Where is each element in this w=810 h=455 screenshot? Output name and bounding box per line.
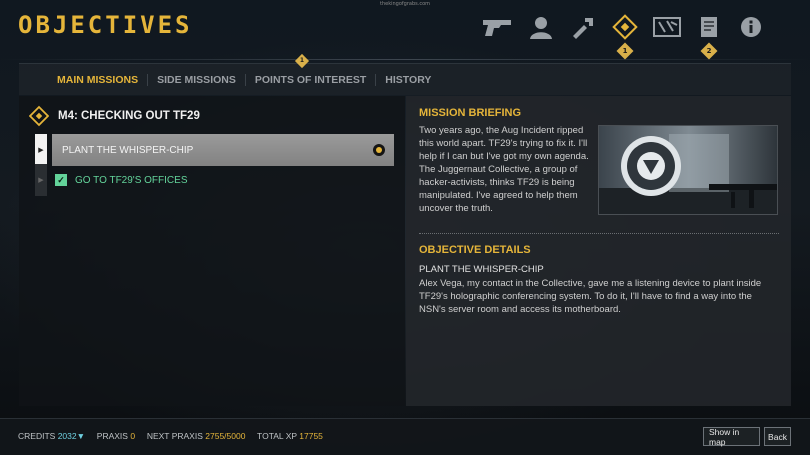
tab-side-missions[interactable]: SIDE MISSIONS [148, 73, 246, 86]
pistol-icon[interactable] [480, 14, 514, 40]
page-title: OBJECTIVES [18, 11, 193, 39]
mission-header: M4: CHECKING OUT TF29 [29, 105, 200, 127]
details-text: Alex Vega, my contact in the Collective,… [419, 278, 762, 315]
header-divider [0, 59, 810, 60]
augmentation-icon[interactable] [566, 14, 600, 40]
player-stats: CREDITS 2032▼ PRAXIS 0 NEXT PRAXIS 2755/… [18, 431, 323, 441]
character-icon[interactable] [524, 14, 558, 40]
footer-bar: CREDITS 2032▼ PRAXIS 0 NEXT PRAXIS 2755/… [0, 418, 810, 455]
show-in-map-button[interactable]: Show in map [703, 427, 760, 447]
objective-item[interactable]: PLANT THE WHISPER-CHIP [52, 134, 394, 166]
details-heading: OBJECTIVE DETAILS [419, 244, 531, 256]
info-icon[interactable] [734, 14, 768, 40]
objective-row-current[interactable]: ▶ PLANT THE WHISPER-CHIP [35, 134, 394, 166]
next-praxis-value: 2755/5000 [205, 431, 246, 441]
mission-tabs: MAIN MISSIONS SIDE MISSIONS POINTS OF IN… [19, 63, 791, 95]
objective-item[interactable]: ✓ GO TO TF29'S OFFICES [47, 164, 389, 196]
journal-badge: 2 [700, 42, 718, 60]
watermark: thekingofgrabs.com [380, 1, 430, 7]
mission-detail-panel: MISSION BRIEFING Two years ago, the Aug … [406, 96, 791, 406]
praxis-value: 0 [130, 431, 136, 441]
expand-arrow-icon[interactable]: ▶ [35, 164, 47, 196]
back-button[interactable]: Back [764, 427, 791, 446]
tab-badge: 1 [294, 53, 310, 69]
next-praxis-label: NEXT PRAXIS [146, 431, 203, 441]
credits-icon: ▼ [76, 431, 86, 441]
mission-image [598, 125, 778, 215]
objectives-icon[interactable] [608, 14, 642, 40]
mission-diamond-icon [29, 105, 49, 127]
credits-value: 2032 [57, 431, 77, 441]
active-target-icon [373, 144, 385, 156]
briefing-heading: MISSION BRIEFING [419, 107, 522, 119]
objective-label: PLANT THE WHISPER-CHIP [62, 144, 194, 156]
mission-list-panel: M4: CHECKING OUT TF29 ▶ PLANT THE WHISPE… [19, 96, 405, 406]
tab-main-missions[interactable]: MAIN MISSIONS [57, 73, 149, 86]
praxis-label: PRAXIS [96, 431, 128, 441]
map-icon[interactable] [650, 14, 684, 40]
expand-arrow-icon[interactable]: ▶ [35, 134, 47, 166]
credits-label: CREDITS [18, 431, 56, 441]
briefing-text: Two years ago, the Aug Incident ripped t… [419, 125, 589, 214]
objectives-badge: 1 [616, 42, 634, 60]
tab-points-of-interest[interactable]: POINTS OF INTEREST [246, 73, 377, 86]
objective-row-completed[interactable]: ▶ ✓ GO TO TF29'S OFFICES [35, 164, 389, 196]
objective-label: GO TO TF29'S OFFICES [75, 174, 188, 186]
journal-icon[interactable] [692, 14, 726, 40]
details-subtitle: PLANT THE WHISPER-CHIP [419, 264, 544, 275]
section-divider [419, 233, 779, 234]
tab-history[interactable]: HISTORY [376, 74, 440, 86]
mission-title: M4: CHECKING OUT TF29 [58, 110, 200, 122]
total-xp-label: TOTAL XP [257, 431, 297, 441]
checkmark-icon: ✓ [55, 174, 67, 186]
top-navigation: 1 2 [480, 10, 770, 60]
total-xp-value: 17755 [299, 431, 323, 441]
